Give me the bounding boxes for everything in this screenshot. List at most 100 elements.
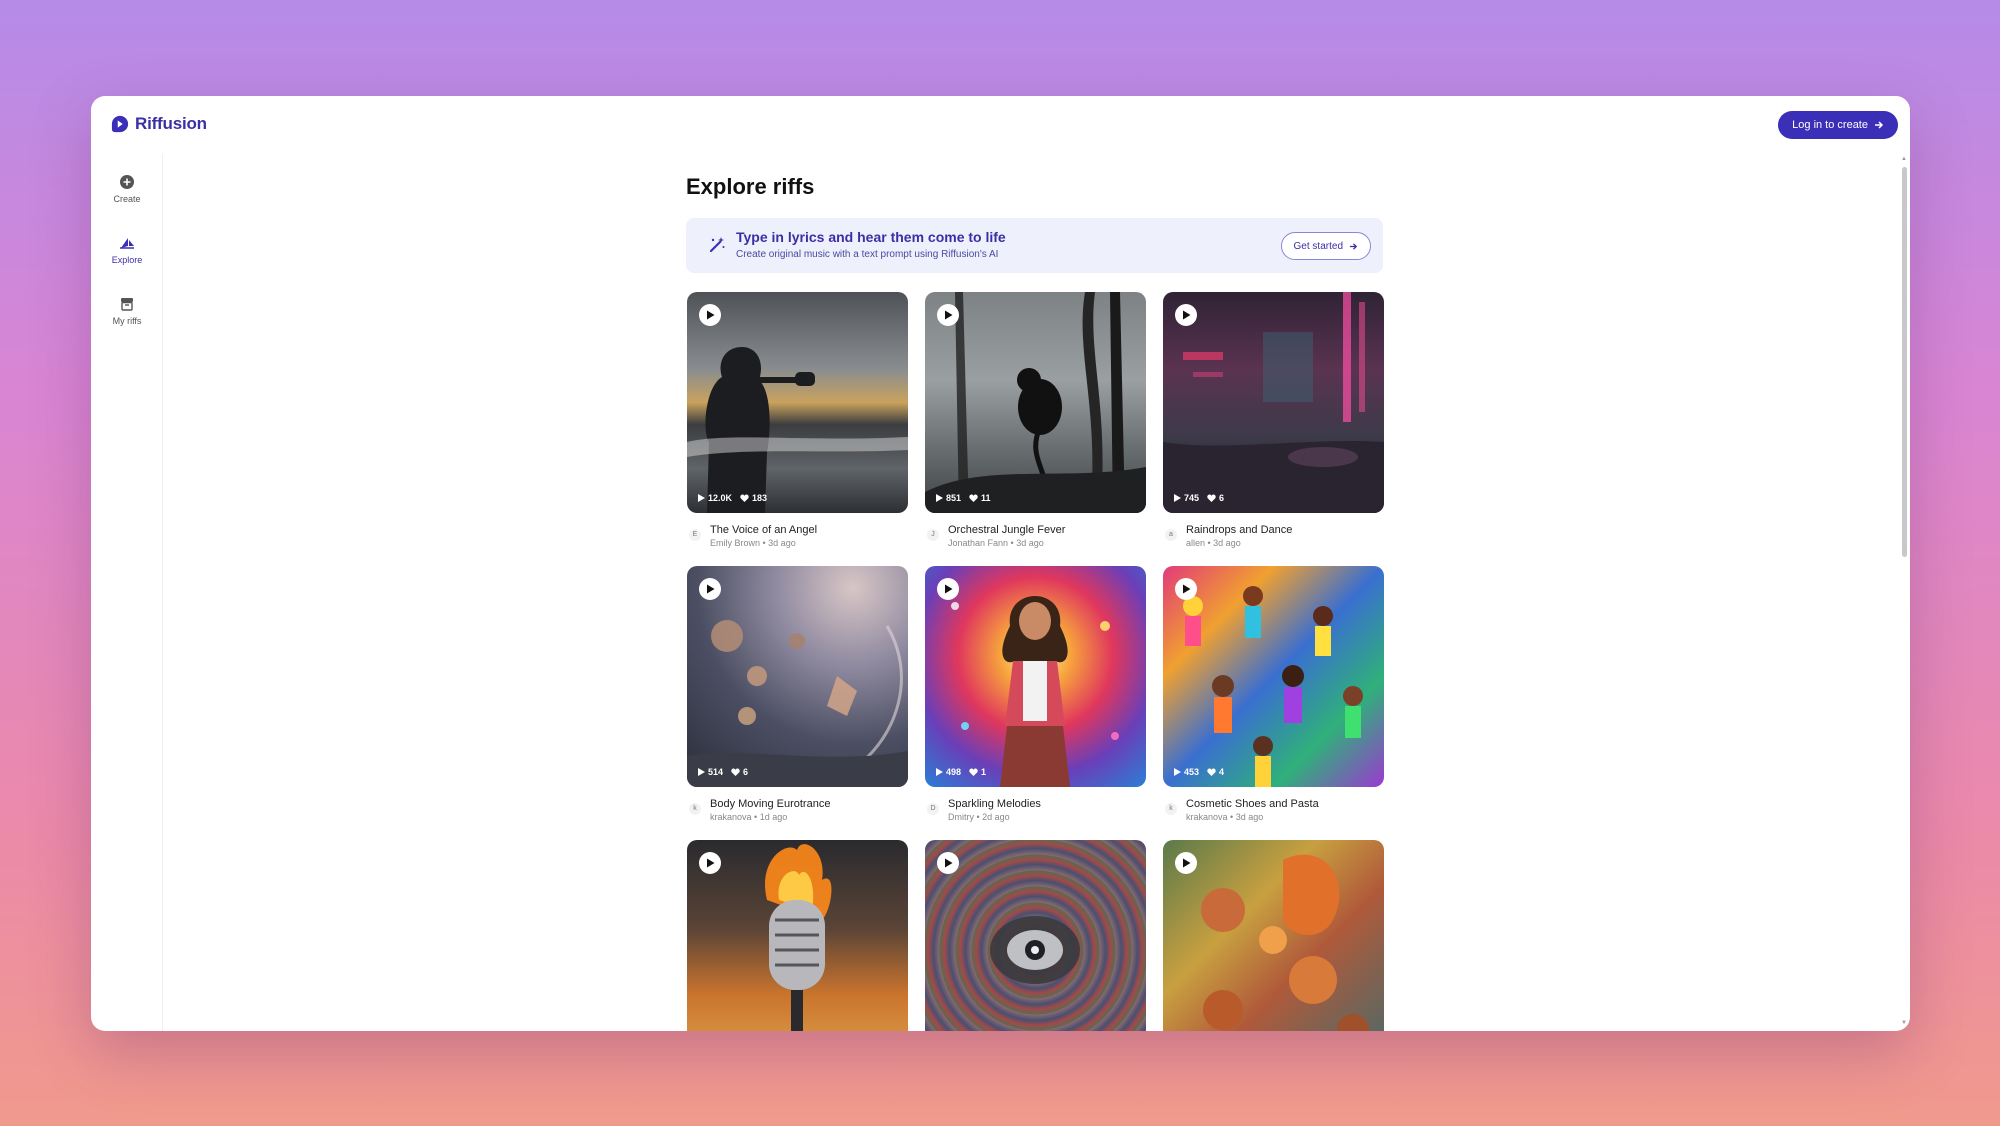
sidebar-item-label: Create [113,194,141,204]
like-count: 11 [981,493,991,503]
play-count: 851 [946,493,962,503]
play-button[interactable] [699,852,721,874]
riff-title[interactable]: The Voice of an Angel [710,524,817,536]
avatar: k [1165,803,1177,815]
riff-cover-image[interactable]: 745 6 [1163,292,1384,513]
riff-title[interactable]: Sparkling Melodies [948,798,1041,810]
riff-meta: a Raindrops and Dance allen • 3d ago [1163,523,1384,563]
riff-title[interactable]: Cosmetic Shoes and Pasta [1186,798,1319,810]
vertical-scrollbar[interactable]: ▲ ▼ [1901,156,1907,1026]
like-count: 183 [752,493,768,503]
play-count-icon [1174,768,1181,776]
riff-author[interactable]: Dmitry [948,812,974,822]
sail-icon [120,238,134,249]
login-button-label: Log in to create [1792,119,1868,131]
play-button[interactable] [699,304,721,326]
riff-age: 3d ago [1016,538,1044,548]
riff-cover-image[interactable] [687,840,908,1031]
riff-card[interactable]: 851 11 J Orchestral Jungle Fever Jonatha… [925,292,1146,563]
riff-author[interactable]: allen [1186,538,1205,548]
play-button[interactable] [937,852,959,874]
play-button[interactable] [699,578,721,600]
riff-stats: 498 1 [936,767,986,777]
riff-meta: D Sparkling Melodies Dmitry • 2d ago [925,797,1146,837]
login-button[interactable]: Log in to create [1778,111,1898,139]
riff-cover-image[interactable]: 12.0K 183 [687,292,908,513]
riff-author[interactable]: Emily Brown [710,538,760,548]
magic-wand-icon [709,237,725,253]
riff-author[interactable]: krakanova [1186,812,1228,822]
page-title: Explore riffs [686,174,815,199]
play-icon [1182,584,1190,594]
riffusion-logo[interactable]: Riffusion [111,114,207,134]
riff-stats: 745 6 [1174,493,1224,503]
riff-cover-image[interactable]: 514 6 [687,566,908,787]
riff-author-line: krakanova • 1d ago [710,812,788,822]
riff-cover-image[interactable]: 498 1 [925,566,1146,787]
riff-card[interactable]: 453 4 k Cosmetic Shoes and Pasta krakano… [1163,566,1384,837]
sidebar-item-create[interactable]: Create [91,174,163,204]
play-button[interactable] [937,578,959,600]
riff-title[interactable]: Body Moving Eurotrance [710,798,830,810]
jungle-monkey-image [925,292,1146,513]
riff-age: 3d ago [1213,538,1241,548]
riff-meta: J Orchestral Jungle Fever Jonathan Fann … [925,523,1146,563]
riff-title[interactable]: Raindrops and Dance [1186,524,1292,536]
play-icon [1182,858,1190,868]
app-window: Riffusion Log in to create Create Explor… [91,96,1910,1031]
arrow-right-icon [1875,121,1884,129]
flaming-microphone-image [764,844,832,1031]
riff-author[interactable]: krakanova [710,812,752,822]
plus-circle-icon [120,175,134,189]
riff-stats: 851 11 [936,493,991,503]
play-button[interactable] [1175,852,1197,874]
heart-icon [740,494,749,502]
avatar: J [927,529,939,541]
play-icon [944,310,952,320]
sidebar-item-label: My riffs [112,316,142,326]
sidebar-item-my-riffs[interactable]: My riffs [91,296,163,326]
play-button[interactable] [1175,304,1197,326]
banner-title: Type in lyrics and hear them come to lif… [736,229,1006,245]
play-icon [944,584,952,594]
dancing-girl-image [951,596,1119,787]
scroll-up-icon[interactable]: ▲ [1901,156,1907,162]
riff-title[interactable]: Orchestral Jungle Fever [948,524,1065,536]
riff-card[interactable] [925,840,1146,1031]
riff-card[interactable]: 745 6 a Raindrops and Dance allen • 3d a… [1163,292,1384,563]
play-icon [944,858,952,868]
play-button[interactable] [937,304,959,326]
play-count: 514 [708,767,724,777]
play-button[interactable] [1175,578,1197,600]
archive-icon [121,298,133,311]
sidebar-item-label: Explore [111,255,143,265]
riff-card[interactable] [687,840,908,1031]
play-count-icon [698,494,705,502]
top-bar: Riffusion Log in to create [91,96,1910,154]
riff-author-line: krakanova • 3d ago [1186,812,1264,822]
play-count-icon [936,768,943,776]
riff-author-line: Emily Brown • 3d ago [710,538,796,548]
arrow-right-icon [1349,242,1358,250]
squirrels-image [1201,854,1369,1031]
riff-cover-image[interactable]: 851 11 [925,292,1146,513]
riff-card[interactable]: 514 6 k Body Moving Eurotrance krakanova… [687,566,908,837]
riff-cover-image[interactable]: 453 4 [1163,566,1384,787]
scrollbar-thumb[interactable] [1902,167,1907,557]
riff-meta: k Cosmetic Shoes and Pasta krakanova • 3… [1163,797,1384,837]
riff-author[interactable]: Jonathan Fann [948,538,1008,548]
riff-card[interactable]: 498 1 D Sparkling Melodies Dmitry • 2d a… [925,566,1146,837]
heart-icon [1207,494,1216,502]
riff-card[interactable]: 12.0K 183 E The Voice of an Angel Emily … [687,292,908,563]
riff-cover-image[interactable] [1163,840,1384,1031]
space-bodies-image [687,620,908,787]
riff-card[interactable] [1163,840,1384,1031]
riff-cover-image[interactable] [925,840,1146,1031]
get-started-button[interactable]: Get started [1280,232,1371,260]
sidebar-item-explore[interactable]: Explore [91,235,163,265]
silhouette-singer-image [687,347,908,513]
crowd-dancers-image [1183,586,1363,787]
scroll-down-icon[interactable]: ▼ [1901,1020,1907,1026]
play-count-icon [936,494,943,502]
play-count-icon [1174,494,1181,502]
